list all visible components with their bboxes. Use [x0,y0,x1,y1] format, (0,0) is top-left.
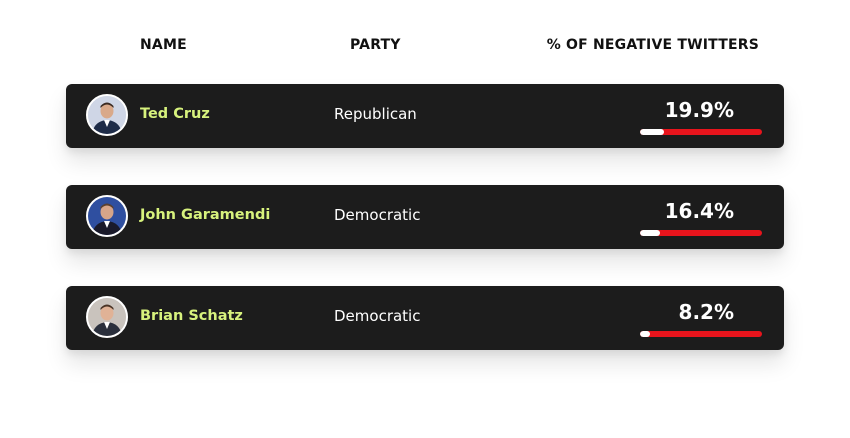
party-column-header: PARTY [350,37,401,53]
negative-progress-bar [640,331,762,337]
party-label: Democratic [334,206,421,224]
table-header: NAME PARTY % OF NEGATIVE TWITTERS [0,37,850,57]
negative-progress-fill [640,129,665,135]
table-row[interactable]: John Garamendi Democratic 16.4% [66,185,784,249]
person-avatar-icon [88,298,126,336]
party-label: Republican [334,105,417,123]
negative-percent: 19.9% [664,98,734,122]
person-avatar-icon [88,197,126,235]
negative-progress-bar [640,230,762,236]
party-label: Democratic [334,307,421,325]
table-row[interactable]: Ted Cruz Republican 19.9% [66,84,784,148]
avatar [86,94,128,136]
negative-progress-fill [640,230,660,236]
senator-name: John Garamendi [140,207,271,223]
negative-percent: 8.2% [678,300,734,324]
person-avatar-icon [88,96,126,134]
avatar [86,195,128,237]
page: NAME PARTY % OF NEGATIVE TWITTERS Ted Cr… [0,0,850,438]
negative-column-header: % OF NEGATIVE TWITTERS [546,37,759,53]
negative-progress-bar [640,129,762,135]
senator-name: Ted Cruz [140,106,210,122]
table-row[interactable]: Brian Schatz Democratic 8.2% [66,286,784,350]
senator-name: Brian Schatz [140,308,243,324]
avatar [86,296,128,338]
negative-percent: 16.4% [664,199,734,223]
name-column-header: NAME [140,37,187,53]
negative-progress-fill [640,331,650,337]
